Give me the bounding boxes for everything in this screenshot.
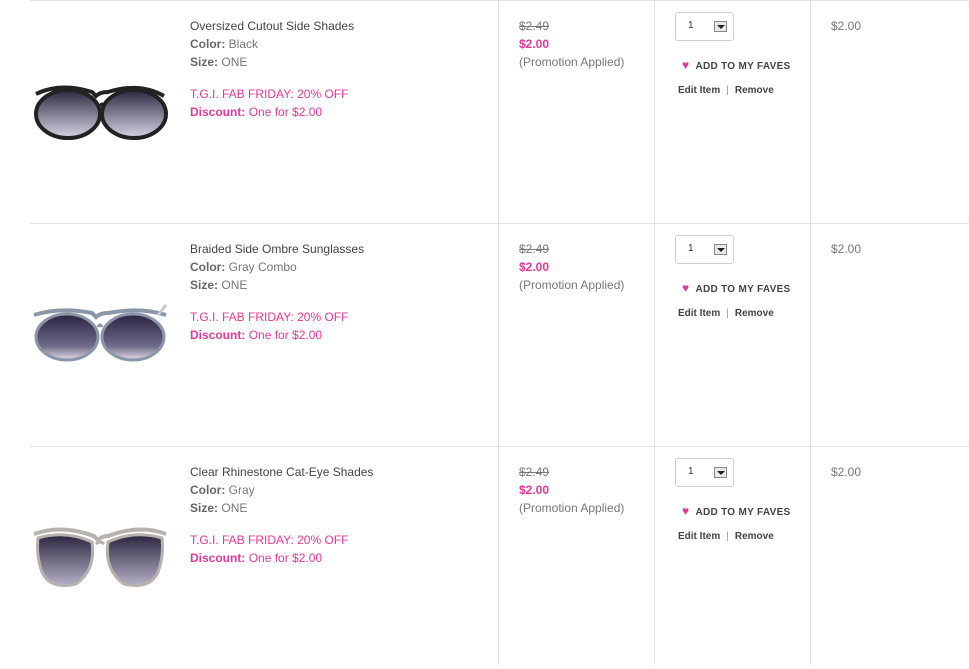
edit-item-link[interactable]: Edit Item [678, 308, 720, 319]
item-total: $2.00 [831, 465, 862, 479]
cart-item-row: Oversized Cutout Side Shades Color: Blac… [0, 0, 969, 223]
product-name[interactable]: Clear Rhinestone Cat-Eye Shades [190, 463, 490, 481]
original-price: $2.49 [519, 19, 550, 33]
product-name[interactable]: Oversized Cutout Side Shades [190, 17, 490, 35]
remove-link[interactable]: Remove [735, 308, 774, 319]
color-label: Color: [190, 37, 226, 51]
shopping-bag-table: Oversized Cutout Side Shades Color: Blac… [0, 0, 969, 665]
sale-price: $2.00 [519, 483, 550, 497]
cart-item-row: Clear Rhinestone Cat-Eye Shades Color: G… [0, 446, 969, 669]
heart-icon: ♥ [682, 281, 690, 295]
add-to-faves-label: ADD TO MY FAVES [695, 284, 791, 295]
remove-link[interactable]: Remove [735, 85, 774, 96]
price-cell: $2.49 $2.00 (Promotion Applied) [519, 240, 624, 294]
product-color: Color: Gray [190, 481, 490, 499]
product-image-sunglasses[interactable] [30, 295, 170, 375]
product-details: Clear Rhinestone Cat-Eye Shades Color: G… [190, 463, 490, 567]
product-image-sunglasses[interactable] [30, 72, 170, 152]
discount-text: Discount: One for $2.00 [190, 326, 490, 344]
discount-value: One for $2.00 [248, 551, 323, 565]
action-separator: | [726, 308, 729, 319]
product-size: Size: ONE [190, 499, 490, 517]
promotion-text: T.G.I. FAB FRIDAY: 20% OFF [190, 310, 349, 324]
quantity-select[interactable]: 1 [675, 12, 734, 41]
heart-icon: ♥ [682, 58, 690, 72]
dropdown-arrow-icon[interactable] [714, 21, 727, 32]
color-value: Black [228, 37, 259, 51]
size-label: Size: [190, 278, 219, 292]
promotion-text: T.G.I. FAB FRIDAY: 20% OFF [190, 87, 349, 101]
heart-icon: ♥ [682, 504, 690, 518]
product-details: Oversized Cutout Side Shades Color: Blac… [190, 17, 490, 121]
discount-text: Discount: One for $2.00 [190, 549, 490, 567]
promotion-applied-note: (Promotion Applied) [519, 501, 625, 515]
size-value: ONE [221, 55, 248, 69]
add-to-faves-button[interactable]: ♥ ADD TO MY FAVES [682, 58, 791, 72]
quantity-select[interactable]: 1 [675, 235, 734, 264]
product-size: Size: ONE [190, 53, 490, 71]
dropdown-arrow-icon[interactable] [714, 244, 727, 255]
quantity-value: 1 [688, 20, 694, 31]
promotion-applied-note: (Promotion Applied) [519, 278, 625, 292]
product-color: Color: Black [190, 35, 490, 53]
color-value: Gray [228, 483, 255, 497]
original-price: $2.49 [519, 242, 550, 256]
edit-item-link[interactable]: Edit Item [678, 85, 720, 96]
add-to-faves-button[interactable]: ♥ ADD TO MY FAVES [682, 504, 791, 518]
product-image-sunglasses[interactable] [30, 520, 170, 600]
row-divider [30, 0, 969, 1]
price-cell: $2.49 $2.00 (Promotion Applied) [519, 17, 624, 71]
discount-value: One for $2.00 [248, 328, 323, 342]
color-label: Color: [190, 260, 226, 274]
product-details: Braided Side Ombre Sunglasses Color: Gra… [190, 240, 490, 344]
discount-label: Discount: [190, 328, 246, 342]
color-label: Color: [190, 483, 226, 497]
discount-label: Discount: [190, 105, 246, 119]
row-divider [30, 223, 969, 224]
action-separator: | [726, 85, 729, 96]
sale-price: $2.00 [519, 260, 550, 274]
dropdown-arrow-icon[interactable] [714, 467, 727, 478]
promotion-applied-note: (Promotion Applied) [519, 55, 625, 69]
item-actions: Edit Item | Remove [678, 85, 774, 96]
size-label: Size: [190, 55, 219, 69]
item-total: $2.00 [831, 242, 862, 256]
quantity-value: 1 [688, 243, 694, 254]
item-actions: Edit Item | Remove [678, 308, 774, 319]
action-separator: | [726, 531, 729, 542]
add-to-faves-label: ADD TO MY FAVES [695, 507, 791, 518]
cart-item-row: Braided Side Ombre Sunglasses Color: Gra… [0, 223, 969, 446]
discount-value: One for $2.00 [248, 105, 323, 119]
item-actions: Edit Item | Remove [678, 531, 774, 542]
quantity-select[interactable]: 1 [675, 458, 734, 487]
promotion-text: T.G.I. FAB FRIDAY: 20% OFF [190, 533, 349, 547]
color-value: Gray Combo [228, 260, 297, 274]
size-value: ONE [221, 278, 248, 292]
remove-link[interactable]: Remove [735, 531, 774, 542]
item-total: $2.00 [831, 19, 862, 33]
product-color: Color: Gray Combo [190, 258, 490, 276]
size-value: ONE [221, 501, 248, 515]
row-divider [30, 446, 969, 447]
add-to-faves-label: ADD TO MY FAVES [695, 61, 791, 72]
product-size: Size: ONE [190, 276, 490, 294]
edit-item-link[interactable]: Edit Item [678, 531, 720, 542]
product-name[interactable]: Braided Side Ombre Sunglasses [190, 240, 490, 258]
price-cell: $2.49 $2.00 (Promotion Applied) [519, 463, 624, 517]
original-price: $2.49 [519, 465, 550, 479]
add-to-faves-button[interactable]: ♥ ADD TO MY FAVES [682, 281, 791, 295]
size-label: Size: [190, 501, 219, 515]
quantity-value: 1 [688, 466, 694, 477]
discount-text: Discount: One for $2.00 [190, 103, 490, 121]
sale-price: $2.00 [519, 37, 550, 51]
discount-label: Discount: [190, 551, 246, 565]
